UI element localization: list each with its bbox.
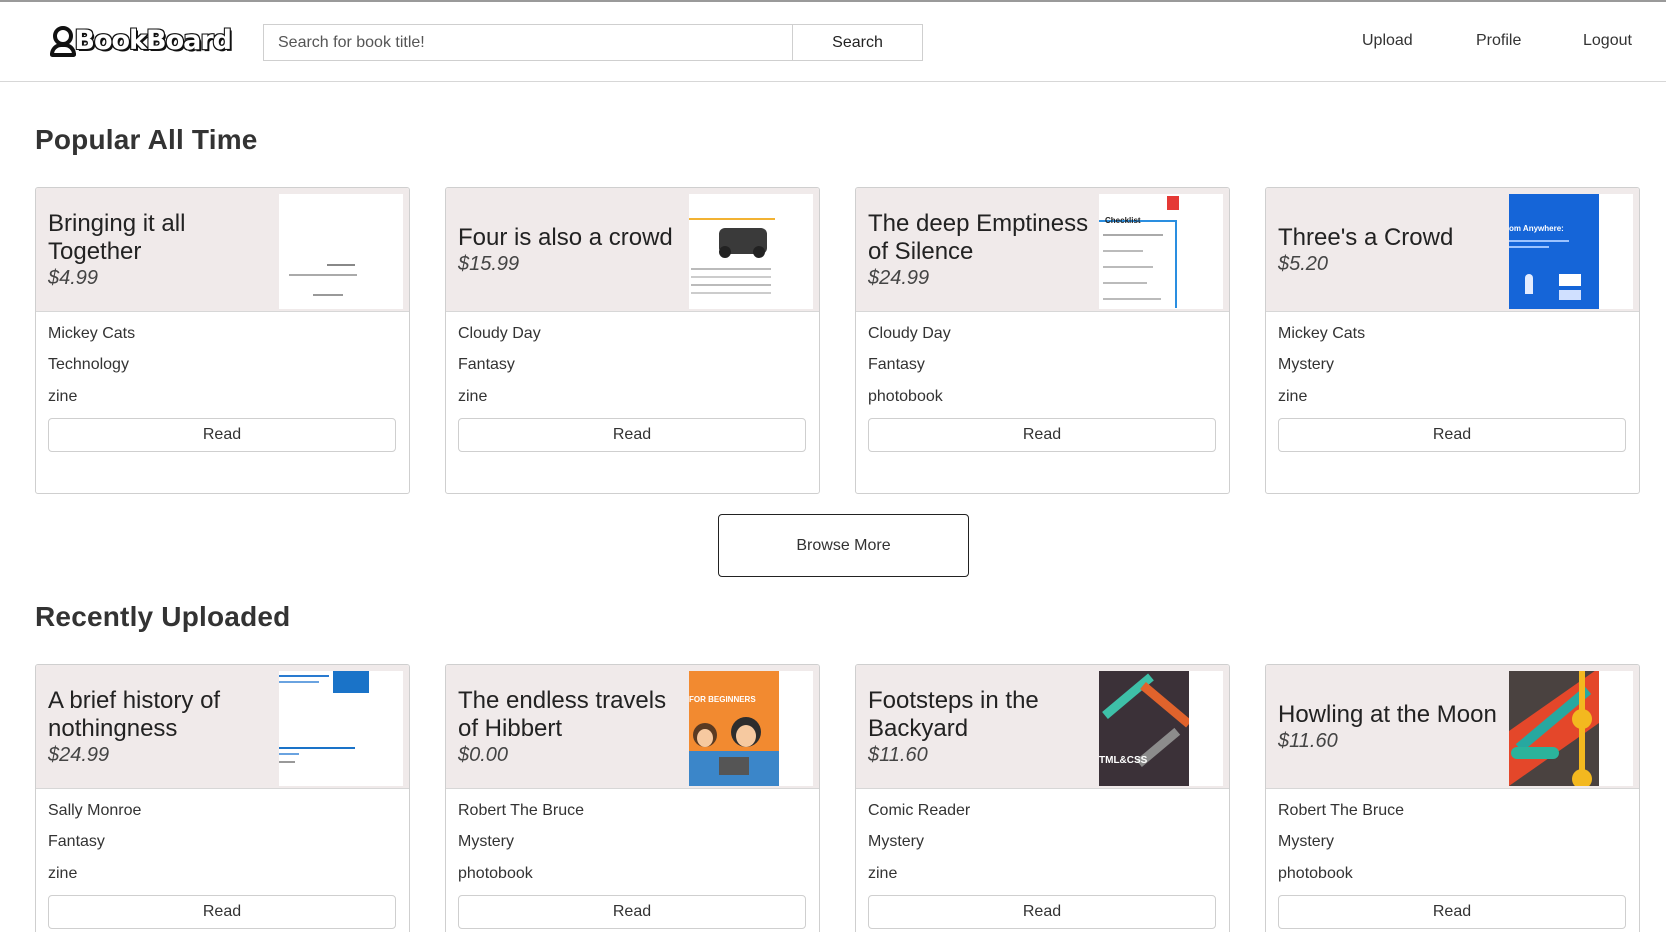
book-type: zine [458, 388, 488, 405]
book-author: Sally Monroe [48, 802, 142, 819]
book-price: $4.99 [48, 267, 99, 289]
book-title[interactable]: Bringing it all Together [48, 210, 278, 266]
book-price: $5.20 [1278, 253, 1329, 275]
book-type: zine [1278, 388, 1308, 405]
book-card: The deep Emptiness of Silence $24.99 Che… [855, 187, 1230, 494]
book-cover-thumbnail[interactable]: TML&CSS [1099, 671, 1223, 786]
card-header: Three's a Crowd $5.20 om Anywhere: [1266, 188, 1639, 312]
book-title[interactable]: Howling at the Moon [1278, 701, 1508, 729]
card-header: Howling at the Moon $11.60 [1266, 665, 1639, 789]
thumb-beginners-text: FOR BEGINNERS [689, 695, 756, 704]
read-button[interactable]: Read [458, 895, 806, 929]
read-button[interactable]: Read [48, 418, 396, 452]
book-price: $0.00 [458, 744, 509, 766]
nav-logout-link[interactable]: Logout [1583, 32, 1632, 50]
book-author: Robert The Bruce [1278, 802, 1404, 819]
read-button[interactable]: Read [1278, 895, 1626, 929]
browse-more-button[interactable]: Browse More [718, 514, 969, 577]
thumb-checklist-text: Checklist [1105, 216, 1141, 225]
book-type: photobook [458, 865, 533, 882]
thumb-anywhere-text: om Anywhere: [1509, 224, 1564, 233]
book-genre: Fantasy [48, 833, 105, 850]
book-genre: Fantasy [868, 356, 925, 373]
user-icon [49, 25, 76, 57]
book-author: Robert The Bruce [458, 802, 584, 819]
bookboard-logo[interactable]: BookBoard [49, 24, 233, 58]
book-title[interactable]: The endless travels of Hibbert [458, 687, 688, 743]
book-card: Bringing it all Together $4.99 Mickey Ca… [35, 187, 410, 494]
card-header: Four is also a crowd $15.99 [446, 188, 819, 312]
book-cover-thumbnail[interactable] [689, 194, 813, 309]
book-card: Howling at the Moon $11.60 Robert The Br… [1265, 664, 1640, 932]
book-card: Footsteps in the Backyard $11.60 TML&CSS… [855, 664, 1230, 932]
book-genre: Mystery [458, 833, 514, 850]
book-cover-thumbnail[interactable]: om Anywhere: [1509, 194, 1633, 309]
book-title[interactable]: Three's a Crowd [1278, 224, 1508, 252]
book-card: Three's a Crowd $5.20 om Anywhere: Micke… [1265, 187, 1640, 494]
thumb-htmlcss-text: TML&CSS [1099, 755, 1148, 766]
book-author: Cloudy Day [458, 325, 541, 342]
book-genre: Mystery [1278, 833, 1334, 850]
card-header: Footsteps in the Backyard $11.60 TML&CSS [856, 665, 1229, 789]
navbar: BookBoard Search Upload Profile Logout [0, 2, 1666, 82]
book-price: $11.60 [1278, 730, 1338, 752]
book-title[interactable]: The deep Emptiness of Silence [868, 210, 1098, 266]
book-title[interactable]: Footsteps in the Backyard [868, 687, 1098, 743]
book-price: $11.60 [868, 744, 928, 766]
book-genre: Fantasy [458, 356, 515, 373]
book-cover-thumbnail[interactable] [1509, 671, 1633, 786]
book-genre: Technology [48, 356, 129, 373]
logo-text: BookBoard [73, 24, 233, 57]
book-title[interactable]: A brief history of nothingness [48, 687, 278, 743]
book-card: Four is also a crowd $15.99 Cloudy Day F… [445, 187, 820, 494]
section-title-popular: Popular All Time [35, 124, 258, 155]
search-input[interactable] [263, 24, 792, 61]
read-button[interactable]: Read [458, 418, 806, 452]
card-header: Bringing it all Together $4.99 [36, 188, 409, 312]
book-type: zine [868, 865, 898, 882]
book-cover-thumbnail[interactable]: FOR BEGINNERS [689, 671, 813, 786]
book-author: Comic Reader [868, 802, 971, 819]
book-author: Cloudy Day [868, 325, 951, 342]
book-cover-thumbnail[interactable] [279, 671, 403, 786]
book-price: $15.99 [458, 253, 520, 275]
book-genre: Mystery [1278, 356, 1334, 373]
book-type: photobook [1278, 865, 1353, 882]
book-type: zine [48, 865, 78, 882]
book-title[interactable]: Four is also a crowd [458, 224, 688, 252]
section-title-recent: Recently Uploaded [35, 601, 291, 632]
book-price: $24.99 [48, 744, 110, 766]
book-type: zine [48, 388, 78, 405]
book-cover-thumbnail[interactable] [279, 194, 403, 309]
book-author: Mickey Cats [1278, 325, 1366, 342]
nav-profile-link[interactable]: Profile [1476, 32, 1521, 50]
book-card: The endless travels of Hibbert $0.00 FOR… [445, 664, 820, 932]
read-button[interactable]: Read [48, 895, 396, 929]
book-genre: Mystery [868, 833, 924, 850]
card-header: A brief history of nothingness $24.99 [36, 665, 409, 789]
read-button[interactable]: Read [1278, 418, 1626, 452]
search-button[interactable]: Search [792, 24, 923, 61]
card-header: The deep Emptiness of Silence $24.99 Che… [856, 188, 1229, 312]
book-price: $24.99 [868, 267, 930, 289]
book-cover-thumbnail[interactable]: Checklist [1099, 194, 1223, 309]
book-card: A brief history of nothingness $24.99 Sa… [35, 664, 410, 932]
card-header: The endless travels of Hibbert $0.00 FOR… [446, 665, 819, 789]
nav-upload-link[interactable]: Upload [1362, 32, 1413, 50]
book-type: photobook [868, 388, 943, 405]
book-author: Mickey Cats [48, 325, 136, 342]
read-button[interactable]: Read [868, 418, 1216, 452]
read-button[interactable]: Read [868, 895, 1216, 929]
